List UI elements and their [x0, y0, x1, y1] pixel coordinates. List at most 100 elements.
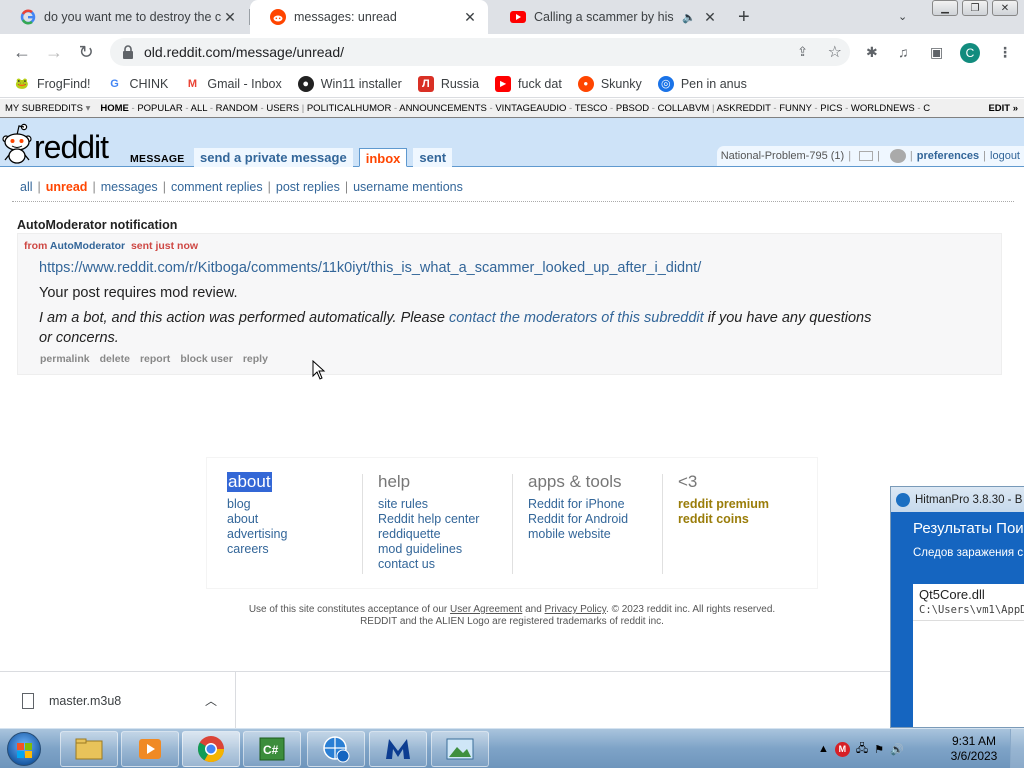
edit-subreddits-link[interactable]: EDIT »	[982, 99, 1024, 117]
taskbar-chrome[interactable]	[182, 731, 240, 767]
close-icon[interactable]: ✕	[702, 9, 718, 25]
taskbar-csharp-app[interactable]: C#	[243, 731, 301, 767]
footer-link[interactable]: Reddit for iPhone	[528, 497, 678, 512]
footer-link-coins[interactable]: reddit coins	[678, 512, 828, 527]
close-window-button[interactable]: ✕	[992, 0, 1018, 16]
filter-unread[interactable]: unread	[46, 180, 88, 194]
tab-inbox[interactable]: inbox	[358, 148, 408, 167]
reddit-logo[interactable]: reddit	[2, 122, 109, 164]
subreddit-link[interactable]: VINTAGEAUDIO	[495, 103, 566, 114]
hitmanpro-window[interactable]: HitmanPro 3.8.30 - B Результаты Пои След…	[890, 486, 1024, 728]
block-user-button[interactable]: block user	[180, 353, 233, 365]
privacy-policy-link[interactable]: Privacy Policy	[545, 604, 607, 615]
subreddit-link[interactable]: WORLDNEWS	[851, 103, 915, 114]
subreddit-link[interactable]: COLLABVM	[658, 103, 710, 114]
menu-kebab-icon[interactable]: ⋮	[998, 44, 1012, 61]
taskbar-clock[interactable]: 9:31 AM 3/6/2023	[946, 734, 1002, 764]
footer-link[interactable]: Reddit help center	[378, 512, 528, 527]
chat-icon[interactable]	[889, 149, 906, 163]
mail-icon[interactable]	[859, 151, 874, 161]
filter-comment-replies[interactable]: comment replies	[171, 180, 263, 194]
side-panel-icon[interactable]: ▣	[930, 44, 943, 61]
permalink-button[interactable]: permalink	[40, 353, 90, 365]
subreddit-link[interactable]: TESCO	[575, 103, 608, 114]
restore-button[interactable]: ❐	[962, 0, 988, 16]
post-link[interactable]: https://www.reddit.com/r/Kitboga/comment…	[39, 260, 701, 276]
subreddit-link[interactable]: ASKREDDIT	[717, 103, 771, 114]
footer-link[interactable]: blog	[227, 497, 377, 512]
tab-youtube[interactable]: Calling a scammer by his rea 🔈 ✕	[490, 0, 728, 34]
subreddit-link[interactable]: POPULAR	[137, 103, 182, 114]
network-icon[interactable]: 🖧	[856, 740, 868, 759]
detected-file-name[interactable]: Qt5Core.dll	[913, 584, 1024, 602]
action-center-flag-icon[interactable]: ⚑	[874, 743, 884, 756]
reload-button[interactable]: ↻	[76, 42, 96, 62]
bookmark-gmail[interactable]: M Gmail - Inbox	[184, 76, 282, 92]
bookmark-star-icon[interactable]: ☆	[828, 42, 842, 62]
preferences-link[interactable]: preferences	[917, 150, 979, 162]
speaker-icon[interactable]: 🔈	[682, 11, 696, 24]
footer-link[interactable]: site rules	[378, 497, 528, 512]
bookmark-pen[interactable]: ◎ Pen in anus	[657, 75, 747, 92]
tab-google-search[interactable]: do you want me to destroy the c ✕	[0, 0, 248, 34]
forward-button[interactable]: →	[44, 42, 64, 62]
filter-messages[interactable]: messages	[101, 180, 158, 194]
media-control-icon[interactable]: ♫	[898, 44, 909, 60]
footer-link[interactable]: mod guidelines	[378, 542, 528, 557]
filter-all[interactable]: all	[20, 180, 33, 194]
footer-link-premium[interactable]: reddit premium	[678, 497, 828, 512]
tray-expand-icon[interactable]: ▲	[818, 743, 829, 755]
tab-messages-unread[interactable]: messages: unread ✕	[250, 0, 488, 34]
username-link[interactable]: National-Problem-795	[721, 150, 828, 162]
address-bar[interactable]: old.reddit.com/message/unread/ ⇪ ☆	[110, 38, 850, 66]
contact-moderators-link[interactable]: contact the moderators of this subreddit	[449, 310, 704, 326]
footer-link[interactable]: advertising	[227, 527, 377, 542]
tab-sent[interactable]: sent	[413, 148, 453, 167]
footer-link[interactable]: about	[227, 512, 377, 527]
chevron-up-icon[interactable]: ︿	[205, 692, 217, 709]
subreddit-link[interactable]: HOME	[100, 103, 129, 114]
minimize-button[interactable]: ▁	[932, 0, 958, 16]
download-item[interactable]: master.m3u8 ︿	[0, 672, 236, 729]
taskbar-media-player[interactable]	[121, 731, 179, 767]
tab-search-icon[interactable]: ⌄	[898, 10, 907, 23]
close-icon[interactable]: ✕	[222, 9, 238, 25]
volume-icon[interactable]: 🔊	[890, 743, 904, 756]
author-link[interactable]: AutoModerator	[50, 240, 125, 252]
report-button[interactable]: report	[140, 353, 170, 365]
footer-link[interactable]: careers	[227, 542, 377, 557]
bookmark-russia[interactable]: Л Russia	[417, 75, 479, 92]
subreddit-link[interactable]: C	[923, 103, 930, 114]
filter-post-replies[interactable]: post replies	[276, 180, 340, 194]
delete-button[interactable]: delete	[100, 353, 130, 365]
footer-link[interactable]: mobile website	[528, 527, 678, 542]
footer-link[interactable]: reddiquette	[378, 527, 528, 542]
subreddit-link[interactable]: POLITICALHUMOR	[307, 103, 391, 114]
start-button[interactable]	[2, 730, 46, 768]
subreddit-link[interactable]: ANNOUNCEMENTS	[399, 103, 487, 114]
taskbar-skype-app[interactable]	[307, 731, 365, 767]
taskbar-malwarebytes[interactable]	[369, 731, 427, 767]
bookmark-frogfind[interactable]: 🐸 FrogFind!	[14, 76, 90, 92]
profile-avatar[interactable]: C	[960, 43, 980, 63]
subreddit-link[interactable]: RANDOM	[216, 103, 258, 114]
show-desktop-button[interactable]	[1010, 729, 1024, 768]
footer-link[interactable]: Reddit for Android	[528, 512, 678, 527]
subreddit-link[interactable]: ALL	[191, 103, 208, 114]
footer-link[interactable]: contact us	[378, 557, 528, 572]
new-tab-button[interactable]: +	[738, 7, 750, 27]
logout-link[interactable]: logout	[990, 150, 1020, 162]
bookmark-youtube[interactable]: ▶ fuck dat	[495, 75, 562, 92]
malwarebytes-tray-icon[interactable]: M	[834, 741, 850, 757]
tab-send-private-message[interactable]: send a private message	[194, 148, 353, 167]
subreddit-link[interactable]: FUNNY	[779, 103, 812, 114]
taskbar-explorer[interactable]	[60, 731, 118, 767]
bookmark-github[interactable]: ● Win11 installer	[297, 75, 402, 92]
taskbar-image-viewer[interactable]	[431, 731, 489, 767]
reply-button[interactable]: reply	[243, 353, 268, 365]
user-agreement-link[interactable]: User Agreement	[450, 604, 522, 615]
bookmark-google[interactable]: G CHINK	[107, 76, 168, 92]
extensions-icon[interactable]: ✱	[866, 44, 878, 61]
share-icon[interactable]: ⇪	[797, 44, 808, 60]
my-subreddits-dropdown[interactable]: MY SUBREDDITS	[0, 103, 90, 114]
